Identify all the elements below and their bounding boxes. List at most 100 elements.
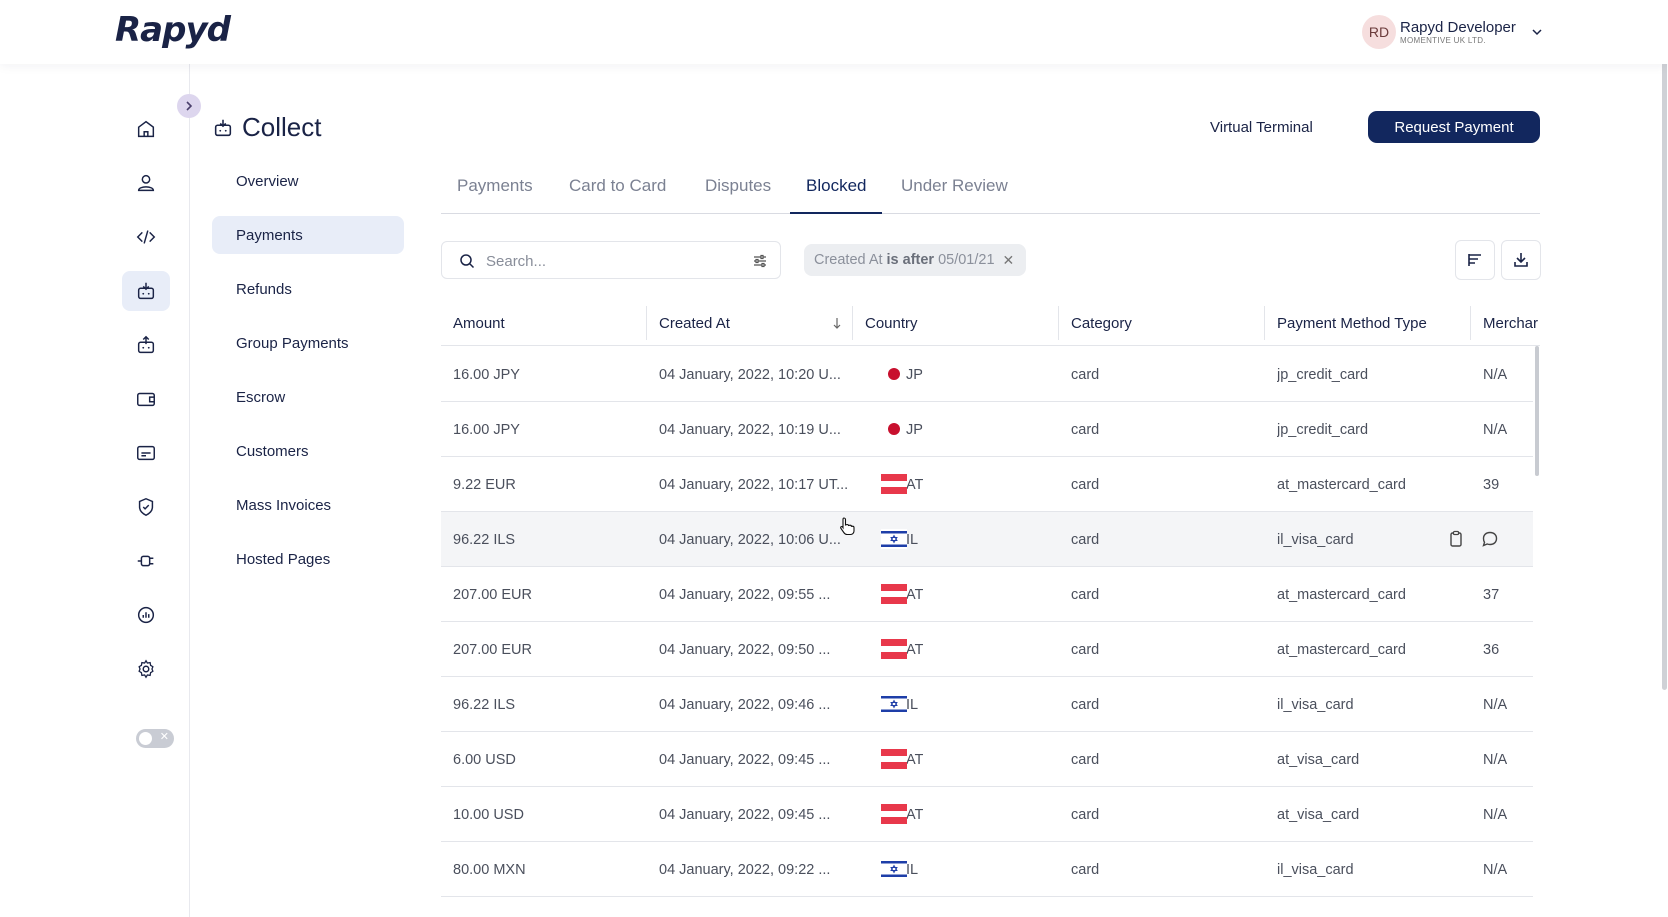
download-button[interactable]: [1501, 240, 1541, 280]
table-row[interactable]: 96.22 ILS 04 January, 2022, 10:06 U... IL c…: [441, 512, 1533, 567]
flag-at-icon: [881, 584, 907, 604]
gear-icon: [138, 659, 154, 679]
cell-amount: 10.00 USD: [453, 806, 524, 823]
cell-payment-method: jp_credit_card: [1277, 366, 1369, 383]
cell-merchant: N/A: [1483, 421, 1508, 438]
tab-payments[interactable]: Payments: [457, 176, 533, 214]
table-row[interactable]: 16.00 JPY 04 January, 2022, 10:19 U... JP c…: [441, 402, 1533, 457]
rail-issuing[interactable]: [122, 433, 170, 473]
cell-payment-method: il_visa_card: [1277, 696, 1354, 713]
subnav-item-payments[interactable]: Payments: [212, 216, 404, 254]
column-header-amount[interactable]: Amount: [441, 300, 646, 346]
cell-payment-method: il_visa_card: [1277, 861, 1354, 878]
disburse-icon: [137, 335, 155, 354]
wallet-icon: [137, 392, 155, 407]
cell-country: AT: [906, 806, 924, 823]
chevron-right-icon: [186, 101, 193, 111]
request-payment-button[interactable]: Request Payment: [1368, 111, 1540, 143]
cell-category: card: [1071, 366, 1100, 383]
cell-amount: 6.00 USD: [453, 751, 516, 768]
close-icon: ✕: [159, 731, 169, 743]
tab-disputes[interactable]: Disputes: [705, 176, 771, 214]
rail-reports[interactable]: [122, 595, 170, 635]
rail-home[interactable]: [122, 109, 170, 149]
rail-protect[interactable]: [122, 487, 170, 527]
cell-category: card: [1071, 421, 1100, 438]
subnav-item-refunds[interactable]: Refunds: [212, 270, 404, 308]
rail-developers[interactable]: [122, 217, 170, 257]
tab-card-to-card[interactable]: Card to Card: [569, 176, 666, 214]
flag-at-icon: [881, 474, 907, 494]
clipboard-icon[interactable]: [1447, 530, 1465, 548]
chevron-down-icon[interactable]: [1530, 25, 1544, 39]
user-org: MOMENTIVE UK LTD.: [1400, 35, 1486, 45]
page-scrollbar[interactable]: [1662, 0, 1667, 690]
cell-merchant: N/A: [1483, 366, 1508, 383]
subnav-item-mass-invoices[interactable]: Mass Invoices: [212, 486, 404, 524]
cell-amount: 96.22 ILS: [453, 531, 516, 548]
close-icon[interactable]: ✕: [1003, 252, 1015, 269]
tab-under-review[interactable]: Under Review: [901, 176, 1008, 214]
search-icon: [460, 254, 475, 269]
filter-chip-value: 05/01/21: [938, 252, 995, 268]
plug-icon: [137, 555, 154, 567]
virtual-terminal-button[interactable]: Virtual Terminal: [1210, 112, 1313, 142]
sandbox-toggle[interactable]: ✕: [136, 729, 174, 748]
rail-integrations[interactable]: [122, 541, 170, 581]
flag-il-icon: [881, 694, 907, 714]
column-header-country[interactable]: Country: [853, 300, 1058, 346]
rail-settings[interactable]: [122, 649, 170, 689]
cell-payment-method: at_visa_card: [1277, 751, 1360, 768]
user-text: Rapyd Developer MOMENTIVE UK LTD.: [1400, 20, 1516, 45]
rail-disburse[interactable]: [122, 325, 170, 365]
collect-icon: [214, 119, 232, 136]
table-row[interactable]: 9.22 EUR 04 January, 2022, 10:17 UT... AT c…: [441, 457, 1533, 512]
table-row[interactable]: 207.00 EUR 04 January, 2022, 09:50 ... AT c…: [441, 622, 1533, 677]
cell-merchant: N/A: [1483, 806, 1508, 823]
column-header-merchant[interactable]: Merchar: [1471, 300, 1540, 346]
subnav-item-escrow[interactable]: Escrow: [212, 378, 404, 416]
rapyd-logo[interactable]: Rapyd: [115, 10, 231, 50]
flag-at-icon: [881, 639, 907, 659]
rail-collect[interactable]: [122, 271, 170, 311]
rail-wallets[interactable]: [122, 379, 170, 419]
column-settings-button[interactable]: [1455, 240, 1495, 280]
subnav-item-hosted-pages[interactable]: Hosted Pages: [212, 540, 404, 578]
subnav-item-customers[interactable]: Customers: [212, 432, 404, 470]
filter-chip[interactable]: Created At is after 05/01/21 ✕: [804, 244, 1027, 276]
table-row[interactable]: 207.00 EUR 04 January, 2022, 09:55 ... AT c…: [441, 567, 1533, 622]
report-icon: [137, 606, 155, 624]
table-scrollbar[interactable]: [1535, 346, 1539, 476]
cell-payment-method: il_visa_card: [1277, 531, 1354, 548]
column-header-payment-method-type[interactable]: Payment Method Type: [1265, 300, 1470, 346]
cell-country: IL: [906, 531, 919, 548]
filter-icon[interactable]: [752, 253, 768, 269]
cell-created-at: 04 January, 2022, 09:22 ...: [659, 861, 831, 878]
cell-created-at: 04 January, 2022, 09:45 ...: [659, 806, 831, 823]
cell-country: AT: [906, 641, 924, 658]
tab-blocked[interactable]: Blocked: [790, 176, 883, 214]
collapse-sidebar-button[interactable]: [177, 94, 201, 118]
table-row[interactable]: 10.00 USD 04 January, 2022, 09:45 ... AT ca…: [441, 787, 1533, 842]
cell-country: AT: [906, 586, 924, 603]
arrow-down-icon[interactable]: [831, 317, 843, 329]
comment-icon[interactable]: [1481, 530, 1499, 548]
user-menu[interactable]: RD Rapyd Developer MOMENTIVE UK LTD.: [1362, 15, 1544, 49]
cell-category: card: [1071, 476, 1100, 493]
table-row[interactable]: 96.22 ILS 04 January, 2022, 09:46 ... IL ca…: [441, 677, 1533, 732]
subnav-item-group-payments[interactable]: Group Payments: [212, 324, 404, 362]
table-row[interactable]: 80.00 MXN 04 January, 2022, 09:22 ... IL ca…: [441, 842, 1533, 897]
cell-category: card: [1071, 641, 1100, 658]
search-input[interactable]: [486, 250, 726, 272]
column-header-category[interactable]: Category: [1059, 300, 1264, 346]
cell-category: card: [1071, 751, 1100, 768]
subnav-item-overview[interactable]: Overview: [212, 162, 404, 200]
table-row[interactable]: 6.00 USD 04 January, 2022, 09:45 ... AT car…: [441, 732, 1533, 787]
top-bar: Rapyd RD Rapyd Developer MOMENTIVE UK LT…: [0, 0, 1668, 64]
rail-account[interactable]: [122, 163, 170, 203]
column-header-created-at[interactable]: Created At: [647, 300, 852, 346]
page-title: Collect: [212, 112, 321, 143]
cell-created-at: 04 January, 2022, 09:45 ...: [659, 751, 831, 768]
table-row[interactable]: 16.00 JPY 04 January, 2022, 10:20 U... JP c…: [441, 347, 1533, 402]
cell-payment-method: at_mastercard_card: [1277, 641, 1406, 658]
